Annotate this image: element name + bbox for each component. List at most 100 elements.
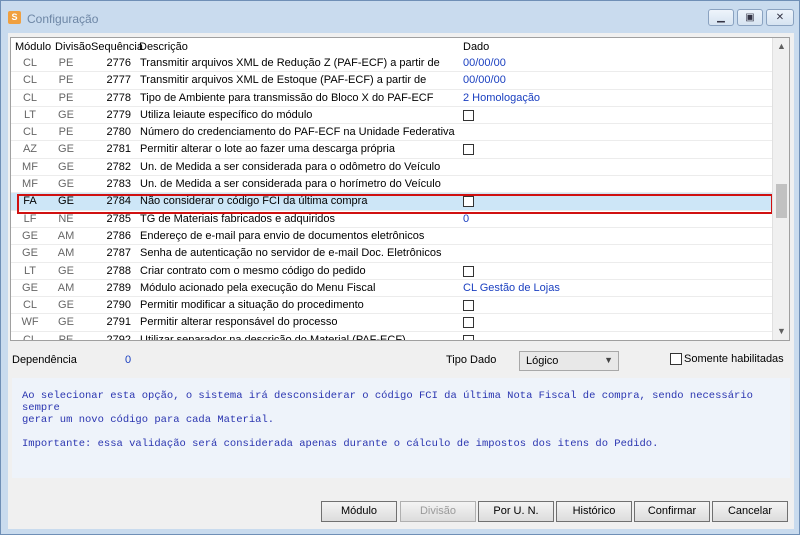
cell-modulo: FA xyxy=(23,195,37,208)
cell-dado: 2 Homologação xyxy=(463,91,541,104)
cell-modulo: GE xyxy=(22,229,38,242)
cell-sequencia: 2783 xyxy=(106,178,131,191)
cell-descricao: TG de Materiais fabricados e adquiridos xyxy=(140,212,336,225)
cell-divisao: GE xyxy=(58,195,74,208)
value-checkbox[interactable] xyxy=(463,300,474,312)
cell-divisao: GE xyxy=(58,160,74,173)
table-row[interactable]: FA GE 2784 Não considerar o código FCI da ú… xyxy=(11,193,773,211)
table-row[interactable]: LT GE 2788 Criar contrato com o mesmo códig… xyxy=(11,263,773,280)
table-row[interactable]: GE AM 2789 Módulo acionado pela execução do… xyxy=(11,280,773,298)
table-row[interactable]: LT GE 2779 Utiliza leiaute específico do mó… xyxy=(11,107,773,125)
cell-descricao: Tipo de Ambiente para transmissão do Blo… xyxy=(140,91,434,104)
table-row[interactable]: AZ GE 2781 Permitir alterar o lote ao fazer… xyxy=(11,141,773,159)
cell-modulo: CL xyxy=(22,57,38,69)
confirmar-button[interactable]: Confirmar xyxy=(634,501,710,522)
cell-sequencia: 2786 xyxy=(106,229,131,242)
cell-divisao: GE xyxy=(58,108,74,121)
grid-rows: CL PE 2776 Transmitir arquivos XML de Reduç… xyxy=(11,55,773,341)
cancelar-button[interactable]: Cancelar xyxy=(712,501,788,522)
table-row[interactable]: MF GE 2783 Un. de Medida a ser considerada … xyxy=(11,176,773,194)
cell-modulo: CL xyxy=(22,299,38,312)
header-divisao[interactable]: Divisão xyxy=(55,41,91,53)
cell-sequencia: 2791 xyxy=(106,316,131,329)
value-checkbox[interactable] xyxy=(463,334,474,340)
configuration-window: S Configuração ▁ ▣ ✕ Módulo Divisão Sequ… xyxy=(0,0,800,535)
divisao-button[interactable]: Divisão xyxy=(400,501,476,522)
cell-modulo: GE xyxy=(22,281,38,294)
header-descricao[interactable]: Descrição xyxy=(139,41,188,53)
app-icon: S xyxy=(8,11,21,24)
cell-dado: 0 xyxy=(463,212,470,225)
cell-modulo: WF xyxy=(21,316,39,329)
tipo-dado-value: Lógico xyxy=(526,355,559,367)
cell-sequencia: 2787 xyxy=(106,247,131,260)
table-row[interactable]: CL PE 2780 Número do credenciamento do PAF-… xyxy=(11,124,773,142)
table-row[interactable]: WF GE 2791 Permitir alterar responsável do … xyxy=(11,314,773,332)
minimize-button[interactable]: ▁ xyxy=(708,9,734,26)
cell-sequencia: 2785 xyxy=(106,212,131,225)
value-checkbox[interactable] xyxy=(463,265,474,277)
cell-divisao: PE xyxy=(58,74,74,87)
por-un-button[interactable]: Por U. N. xyxy=(478,501,554,522)
table-row[interactable]: LF NE 2785 TG de Materiais fabricados e adq… xyxy=(11,211,773,228)
cell-sequencia: 2784 xyxy=(106,195,131,208)
grid-header: Módulo Divisão Sequência Descrição Dado xyxy=(11,38,773,55)
value-checkbox[interactable] xyxy=(463,109,474,121)
table-row[interactable]: MF GE 2782 Un. de Medida a ser considerada … xyxy=(11,159,773,177)
header-sequencia[interactable]: Sequência xyxy=(91,41,143,53)
tipo-dado-label: Tipo Dado xyxy=(446,354,497,366)
parameters-grid[interactable]: Módulo Divisão Sequência Descrição Dado … xyxy=(10,37,790,341)
tipo-dado-select[interactable]: Lógico ▼ xyxy=(519,351,619,371)
dependencia-label: Dependência xyxy=(12,354,77,366)
cell-divisao: GE xyxy=(58,264,74,277)
cell-descricao: Criar contrato com o mesmo código do ped… xyxy=(140,264,366,277)
cell-descricao: Transmitir arquivos XML de Redução Z (PA… xyxy=(140,57,440,69)
cell-descricao: Permitir modificar a situação do procedi… xyxy=(140,299,364,312)
scroll-down-icon[interactable]: ▼ xyxy=(773,323,789,340)
cell-modulo: CL xyxy=(22,91,38,104)
cell-divisao: PE xyxy=(58,333,74,341)
cell-divisao: AM xyxy=(57,281,75,294)
value-checkbox[interactable] xyxy=(463,317,474,329)
cell-modulo: MF xyxy=(22,178,38,191)
somente-habilitadas-label[interactable]: Somente habilitadas xyxy=(684,353,784,365)
cell-sequencia: 2780 xyxy=(106,126,131,139)
cell-divisao: NE xyxy=(58,212,74,225)
cell-descricao: Não considerar o código FCI da última co… xyxy=(140,195,368,208)
table-row[interactable]: CL PE 2792 Utilizar separador na descrição … xyxy=(11,332,773,341)
cell-sequencia: 2777 xyxy=(106,74,131,87)
chevron-down-icon: ▼ xyxy=(604,355,613,365)
table-row[interactable]: CL PE 2776 Transmitir arquivos XML de Reduç… xyxy=(11,55,773,73)
table-row[interactable]: CL PE 2778 Tipo de Ambiente para transmissã… xyxy=(11,90,773,107)
maximize-icon: ▣ xyxy=(745,12,755,23)
table-row[interactable]: CL PE 2777 Transmitir arquivos XML de Estoq… xyxy=(11,72,773,90)
cell-descricao: Permitir alterar responsável do processo xyxy=(140,316,338,329)
scroll-thumb[interactable] xyxy=(776,184,787,218)
cell-modulo: LT xyxy=(23,108,37,121)
modulo-button[interactable]: Módulo xyxy=(321,501,397,522)
table-row[interactable]: GE AM 2786 Endereço de e-mail para envio de… xyxy=(11,228,773,246)
minimize-icon: ▁ xyxy=(717,12,725,23)
description-text: Ao selecionar esta opção, o sistema irá … xyxy=(22,390,753,450)
table-row[interactable]: CL GE 2790 Permitir modificar a situação do… xyxy=(11,297,773,315)
cell-divisao: PE xyxy=(58,126,74,139)
maximize-button[interactable]: ▣ xyxy=(737,9,763,26)
cell-descricao: Un. de Medida a ser considerada para o h… xyxy=(140,178,441,191)
title-bar[interactable]: S Configuração ▁ ▣ ✕ xyxy=(1,1,799,33)
historico-button[interactable]: Histórico xyxy=(556,501,632,522)
somente-habilitadas-checkbox[interactable] xyxy=(670,353,682,365)
cell-dado: CL Gestão de Lojas xyxy=(463,281,560,294)
value-checkbox[interactable] xyxy=(463,144,474,156)
header-dado[interactable]: Dado xyxy=(463,41,489,53)
cell-sequencia: 2792 xyxy=(106,333,131,341)
cell-modulo: MF xyxy=(22,160,38,173)
vertical-scrollbar[interactable]: ▲ ▼ xyxy=(772,38,789,340)
value-checkbox[interactable] xyxy=(463,196,474,208)
header-modulo[interactable]: Módulo xyxy=(15,41,51,53)
close-button[interactable]: ✕ xyxy=(766,9,794,26)
cell-dado: 00/00/00 xyxy=(463,57,506,69)
scroll-up-icon[interactable]: ▲ xyxy=(773,38,789,55)
cell-modulo: GE xyxy=(22,247,38,260)
cell-divisao: GE xyxy=(58,143,74,156)
table-row[interactable]: GE AM 2787 Senha de autenticação no servido… xyxy=(11,245,773,263)
